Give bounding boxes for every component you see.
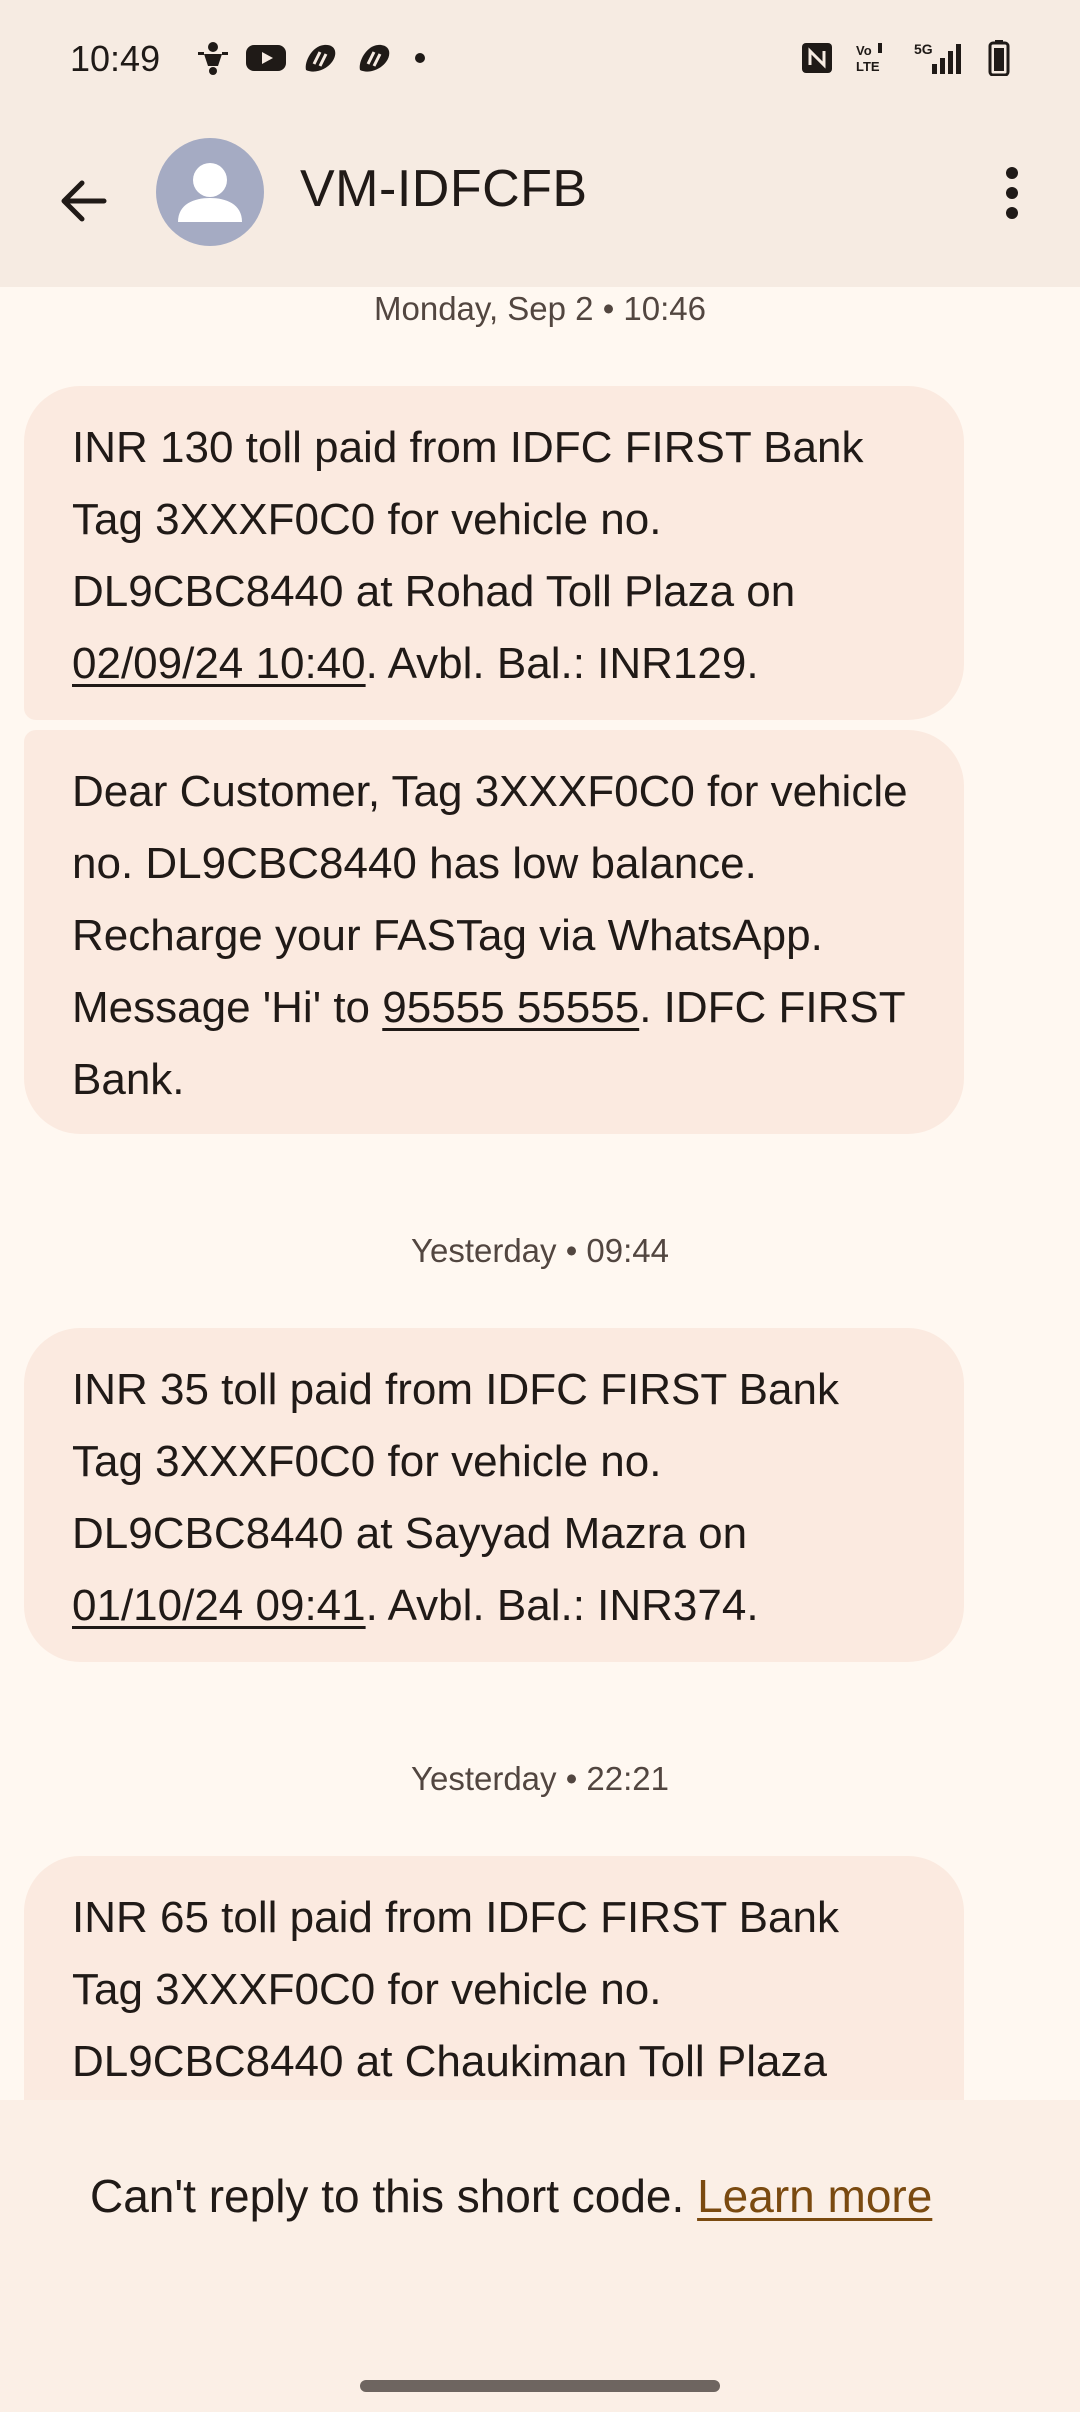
more-vert-icon xyxy=(1006,167,1018,219)
volte-icon: Vo LTE xyxy=(854,41,892,75)
back-button[interactable] xyxy=(48,165,120,237)
conversation-title[interactable]: VM-IDFCFB xyxy=(300,159,588,219)
arrow-back-icon xyxy=(61,180,107,222)
conversation-header: VM-IDFCFB xyxy=(0,125,1080,287)
svg-text:5G: 5G xyxy=(914,41,933,57)
system-icons: Vo LTE 5G xyxy=(800,40,1010,76)
message-text: INR 35 toll paid from IDFC FIRST Bank Ta… xyxy=(72,1365,839,1558)
svg-text:Vo: Vo xyxy=(856,43,872,58)
youtube-icon xyxy=(246,43,286,73)
svg-text:LTE: LTE xyxy=(856,59,880,74)
signal-5g-icon: 5G xyxy=(912,40,968,76)
message-timestamp: Monday, Sep 2 • 10:46 xyxy=(374,290,706,327)
message-bubble[interactable]: Dear Customer, Tag 3XXXF0C0 for vehicle … xyxy=(24,730,964,1134)
message-timestamp: Yesterday • 22:21 xyxy=(410,1760,670,1797)
date-link[interactable]: 01/10/24 09:41 xyxy=(72,1581,366,1630)
message-text: INR 65 toll paid from IDFC FIRST Bank Ta… xyxy=(72,1893,839,2086)
status-time: 10:49 xyxy=(70,38,161,79)
message-timestamp: Yesterday • 09:44 xyxy=(410,1232,670,1269)
more-options-button[interactable] xyxy=(976,157,1048,229)
message-bubble[interactable]: INR 65 toll paid from IDFC FIRST Bank Ta… xyxy=(24,1856,964,2136)
phone-link[interactable]: 95555 55555 xyxy=(382,983,639,1032)
swiggy-icon xyxy=(356,42,394,74)
reply-disabled-banner: Can't reply to this short code. Learn mo… xyxy=(0,2100,1080,2412)
date-link[interactable]: 02/09/24 10:40 xyxy=(72,639,366,688)
status-bar: 10:49 Vo LTE 5G xyxy=(0,0,1080,125)
message-text: . Avbl. Bal.: INR129. xyxy=(365,639,759,688)
scooter-icon xyxy=(196,40,230,76)
message-bubble[interactable]: INR 35 toll paid from IDFC FIRST Bank Ta… xyxy=(24,1328,964,1662)
battery-icon xyxy=(988,40,1010,76)
footer-text: Can't reply to this short code. Learn mo… xyxy=(90,2160,990,2232)
dot-icon xyxy=(410,48,430,68)
swiggy-icon xyxy=(302,42,340,74)
contact-avatar[interactable] xyxy=(156,138,264,246)
notification-icons xyxy=(196,40,430,76)
person-icon xyxy=(178,163,242,222)
message-text: . Avbl. Bal.: INR374. xyxy=(365,1581,759,1630)
learn-more-link[interactable]: Learn more xyxy=(697,2170,932,2222)
nfc-icon xyxy=(800,41,834,75)
short-code-notice: Can't reply to this short code. xyxy=(90,2170,698,2222)
message-text: INR 130 toll paid from IDFC FIRST Bank T… xyxy=(72,423,864,616)
home-indicator[interactable] xyxy=(360,2380,720,2392)
message-bubble[interactable]: INR 130 toll paid from IDFC FIRST Bank T… xyxy=(24,386,964,720)
